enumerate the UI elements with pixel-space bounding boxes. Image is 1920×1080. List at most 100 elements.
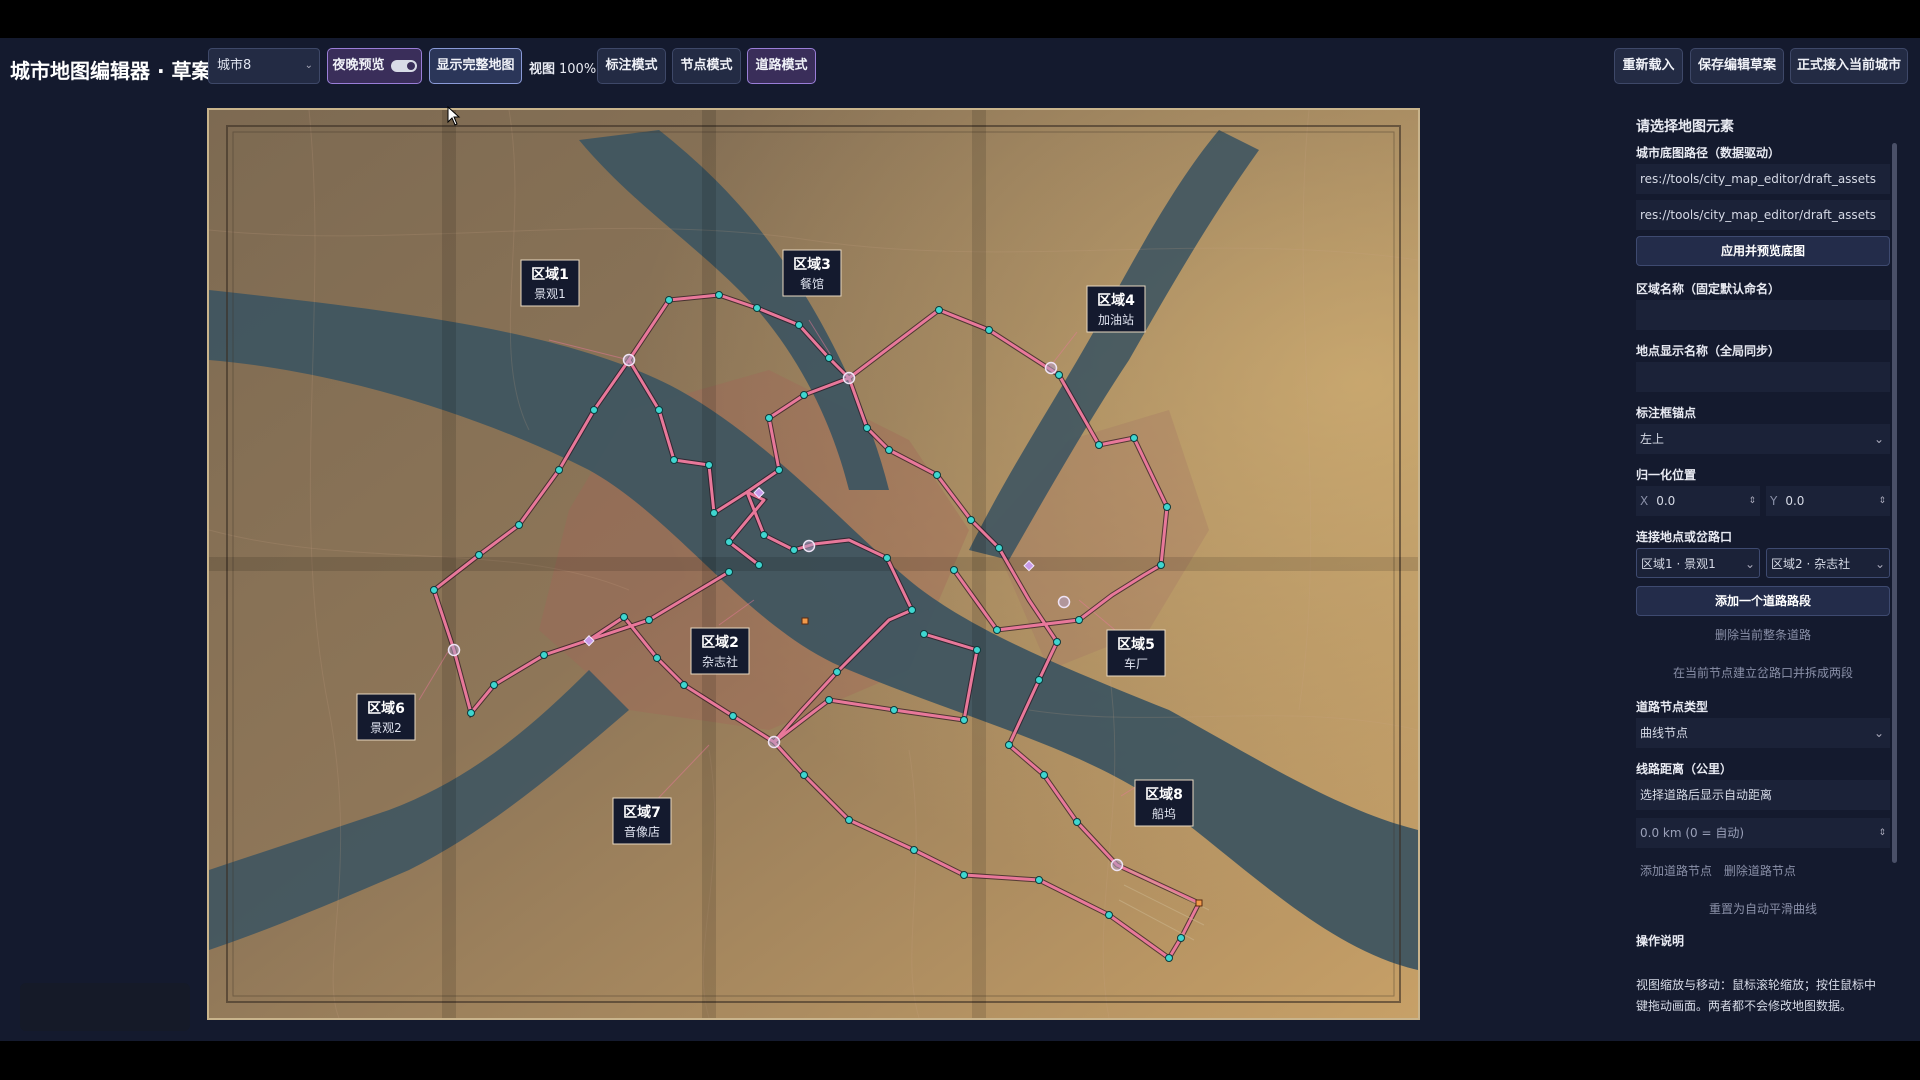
reset-curve-button[interactable]: 重置为自动平滑曲线 xyxy=(1636,900,1890,917)
split-road-button[interactable]: 在当前节点建立岔路口并拆成两段 xyxy=(1636,664,1890,681)
road-node[interactable] xyxy=(973,646,981,654)
road-node[interactable] xyxy=(1035,676,1043,684)
road-node[interactable] xyxy=(1105,911,1113,919)
y-spinbox[interactable]: Y 0.0 ⇕ xyxy=(1766,486,1890,516)
map-canvas[interactable]: 区域1 景观1 区域2 杂志社 区域3 餐馆 区域4 加油站 区域5 车厂 区域… xyxy=(207,108,1420,1020)
road-node[interactable] xyxy=(800,391,808,399)
road-node[interactable] xyxy=(725,568,733,576)
road-node[interactable] xyxy=(680,681,688,689)
map-svg[interactable]: 区域1 景观1 区域2 杂志社 区域3 餐馆 区域4 加油站 区域5 车厂 区域… xyxy=(209,110,1418,1018)
road-node[interactable] xyxy=(845,816,853,824)
road-node[interactable] xyxy=(993,626,1001,634)
road-node[interactable] xyxy=(665,296,673,304)
junction-node[interactable] xyxy=(447,643,461,657)
road-node[interactable] xyxy=(1005,741,1013,749)
road-node[interactable] xyxy=(1055,371,1063,379)
endpoint-marker[interactable] xyxy=(801,617,809,625)
label-mode-button[interactable]: 标注模式 xyxy=(597,48,666,84)
delete-node-button[interactable]: 删除道路节点 xyxy=(1724,864,1796,878)
add-road-button[interactable]: 添加一个道路路段 xyxy=(1636,586,1890,616)
road-node[interactable] xyxy=(985,326,993,334)
road-node[interactable] xyxy=(705,461,713,469)
road-node[interactable] xyxy=(430,586,438,594)
region-name-input[interactable] xyxy=(1636,300,1890,330)
junction-node[interactable] xyxy=(1110,858,1124,872)
road-node[interactable] xyxy=(1163,503,1171,511)
road-node[interactable] xyxy=(1157,561,1165,569)
road-node[interactable] xyxy=(1053,638,1061,646)
road-node[interactable] xyxy=(833,668,841,676)
road-node[interactable] xyxy=(800,771,808,779)
junction-node[interactable] xyxy=(802,539,816,553)
road-node[interactable] xyxy=(1177,934,1185,942)
road-node[interactable] xyxy=(555,466,563,474)
basemap-path-input-2[interactable]: res://tools/city_map_editor/draft_assets xyxy=(1636,200,1890,230)
spin-arrows-icon[interactable]: ⇕ xyxy=(1878,486,1886,516)
road-node[interactable] xyxy=(885,446,893,454)
road-node[interactable] xyxy=(890,706,898,714)
anchor-select[interactable]: 左上 ⌄ xyxy=(1636,424,1890,454)
save-draft-button[interactable]: 保存编辑草案 xyxy=(1690,48,1784,84)
road-node[interactable] xyxy=(1165,954,1173,962)
road-node[interactable] xyxy=(755,561,763,569)
road-node[interactable] xyxy=(655,406,663,414)
road-node[interactable] xyxy=(760,531,768,539)
region-label[interactable]: 区域1 景观1 xyxy=(520,259,580,307)
road-node[interactable] xyxy=(753,304,761,312)
road-node[interactable] xyxy=(1095,441,1103,449)
junction-node[interactable] xyxy=(1057,595,1071,609)
road-node[interactable] xyxy=(950,566,958,574)
road-node[interactable] xyxy=(540,651,548,659)
city-select[interactable]: 城市8 ⌄ xyxy=(208,48,320,84)
x-spinbox[interactable]: X 0.0 ⇕ xyxy=(1636,486,1760,516)
junction-node[interactable] xyxy=(622,353,636,367)
road-node[interactable] xyxy=(933,471,941,479)
road-node[interactable] xyxy=(1075,616,1083,624)
road-node[interactable] xyxy=(710,509,718,517)
road-node[interactable] xyxy=(908,606,916,614)
road-node[interactable] xyxy=(795,321,803,329)
road-node[interactable] xyxy=(490,681,498,689)
distance-spinbox[interactable]: 0.0 km (0 = 自动) ⇕ xyxy=(1636,818,1890,848)
delete-road-button[interactable]: 删除当前整条道路 xyxy=(1636,626,1890,643)
road-node[interactable] xyxy=(790,546,798,554)
node-type-select[interactable]: 曲线节点 ⌄ xyxy=(1636,718,1890,748)
road-node[interactable] xyxy=(765,414,773,422)
node-mode-button[interactable]: 节点模式 xyxy=(672,48,741,84)
junction-node[interactable] xyxy=(767,735,781,749)
road-node[interactable] xyxy=(920,630,928,638)
place-name-input[interactable] xyxy=(1636,362,1890,392)
region-label[interactable]: 区域8 船坞 xyxy=(1134,779,1194,827)
endpoint-marker[interactable] xyxy=(1195,899,1203,907)
road-node[interactable] xyxy=(645,616,653,624)
region-label[interactable]: 区域3 餐馆 xyxy=(782,249,842,297)
road-node[interactable] xyxy=(653,654,661,662)
road-node[interactable] xyxy=(995,544,1003,552)
spin-arrows-icon[interactable]: ⇕ xyxy=(1748,486,1756,516)
road-node[interactable] xyxy=(960,871,968,879)
connect-to-select[interactable]: 区域2 · 杂志社 ⌄ xyxy=(1766,548,1890,578)
night-preview-toggle[interactable]: 夜晚预览 xyxy=(327,48,422,84)
add-node-button[interactable]: 添加道路节点 xyxy=(1640,864,1712,878)
reload-button[interactable]: 重新载入 xyxy=(1614,48,1683,84)
connect-from-select[interactable]: 区域1 · 景观1 ⌄ xyxy=(1636,548,1760,578)
region-label[interactable]: 区域6 景观2 xyxy=(356,693,416,741)
road-node[interactable] xyxy=(475,551,483,559)
junction-node[interactable] xyxy=(1044,361,1058,375)
road-node[interactable] xyxy=(1040,771,1048,779)
road-mode-button[interactable]: 道路模式 xyxy=(747,48,816,84)
road-node[interactable] xyxy=(670,456,678,464)
road-node[interactable] xyxy=(910,846,918,854)
road-node[interactable] xyxy=(590,406,598,414)
road-node[interactable] xyxy=(729,712,737,720)
apply-city-button[interactable]: 正式接入当前城市 xyxy=(1790,48,1908,84)
region-label[interactable]: 区域2 杂志社 xyxy=(690,627,750,675)
spin-arrows-icon[interactable]: ⇕ xyxy=(1878,818,1886,848)
road-node[interactable] xyxy=(967,516,975,524)
road-node[interactable] xyxy=(515,521,523,529)
road-node[interactable] xyxy=(620,613,628,621)
region-label[interactable]: 区域7 音像店 xyxy=(612,797,672,845)
road-node[interactable] xyxy=(883,554,891,562)
road-node[interactable] xyxy=(935,306,943,314)
road-node[interactable] xyxy=(825,354,833,362)
